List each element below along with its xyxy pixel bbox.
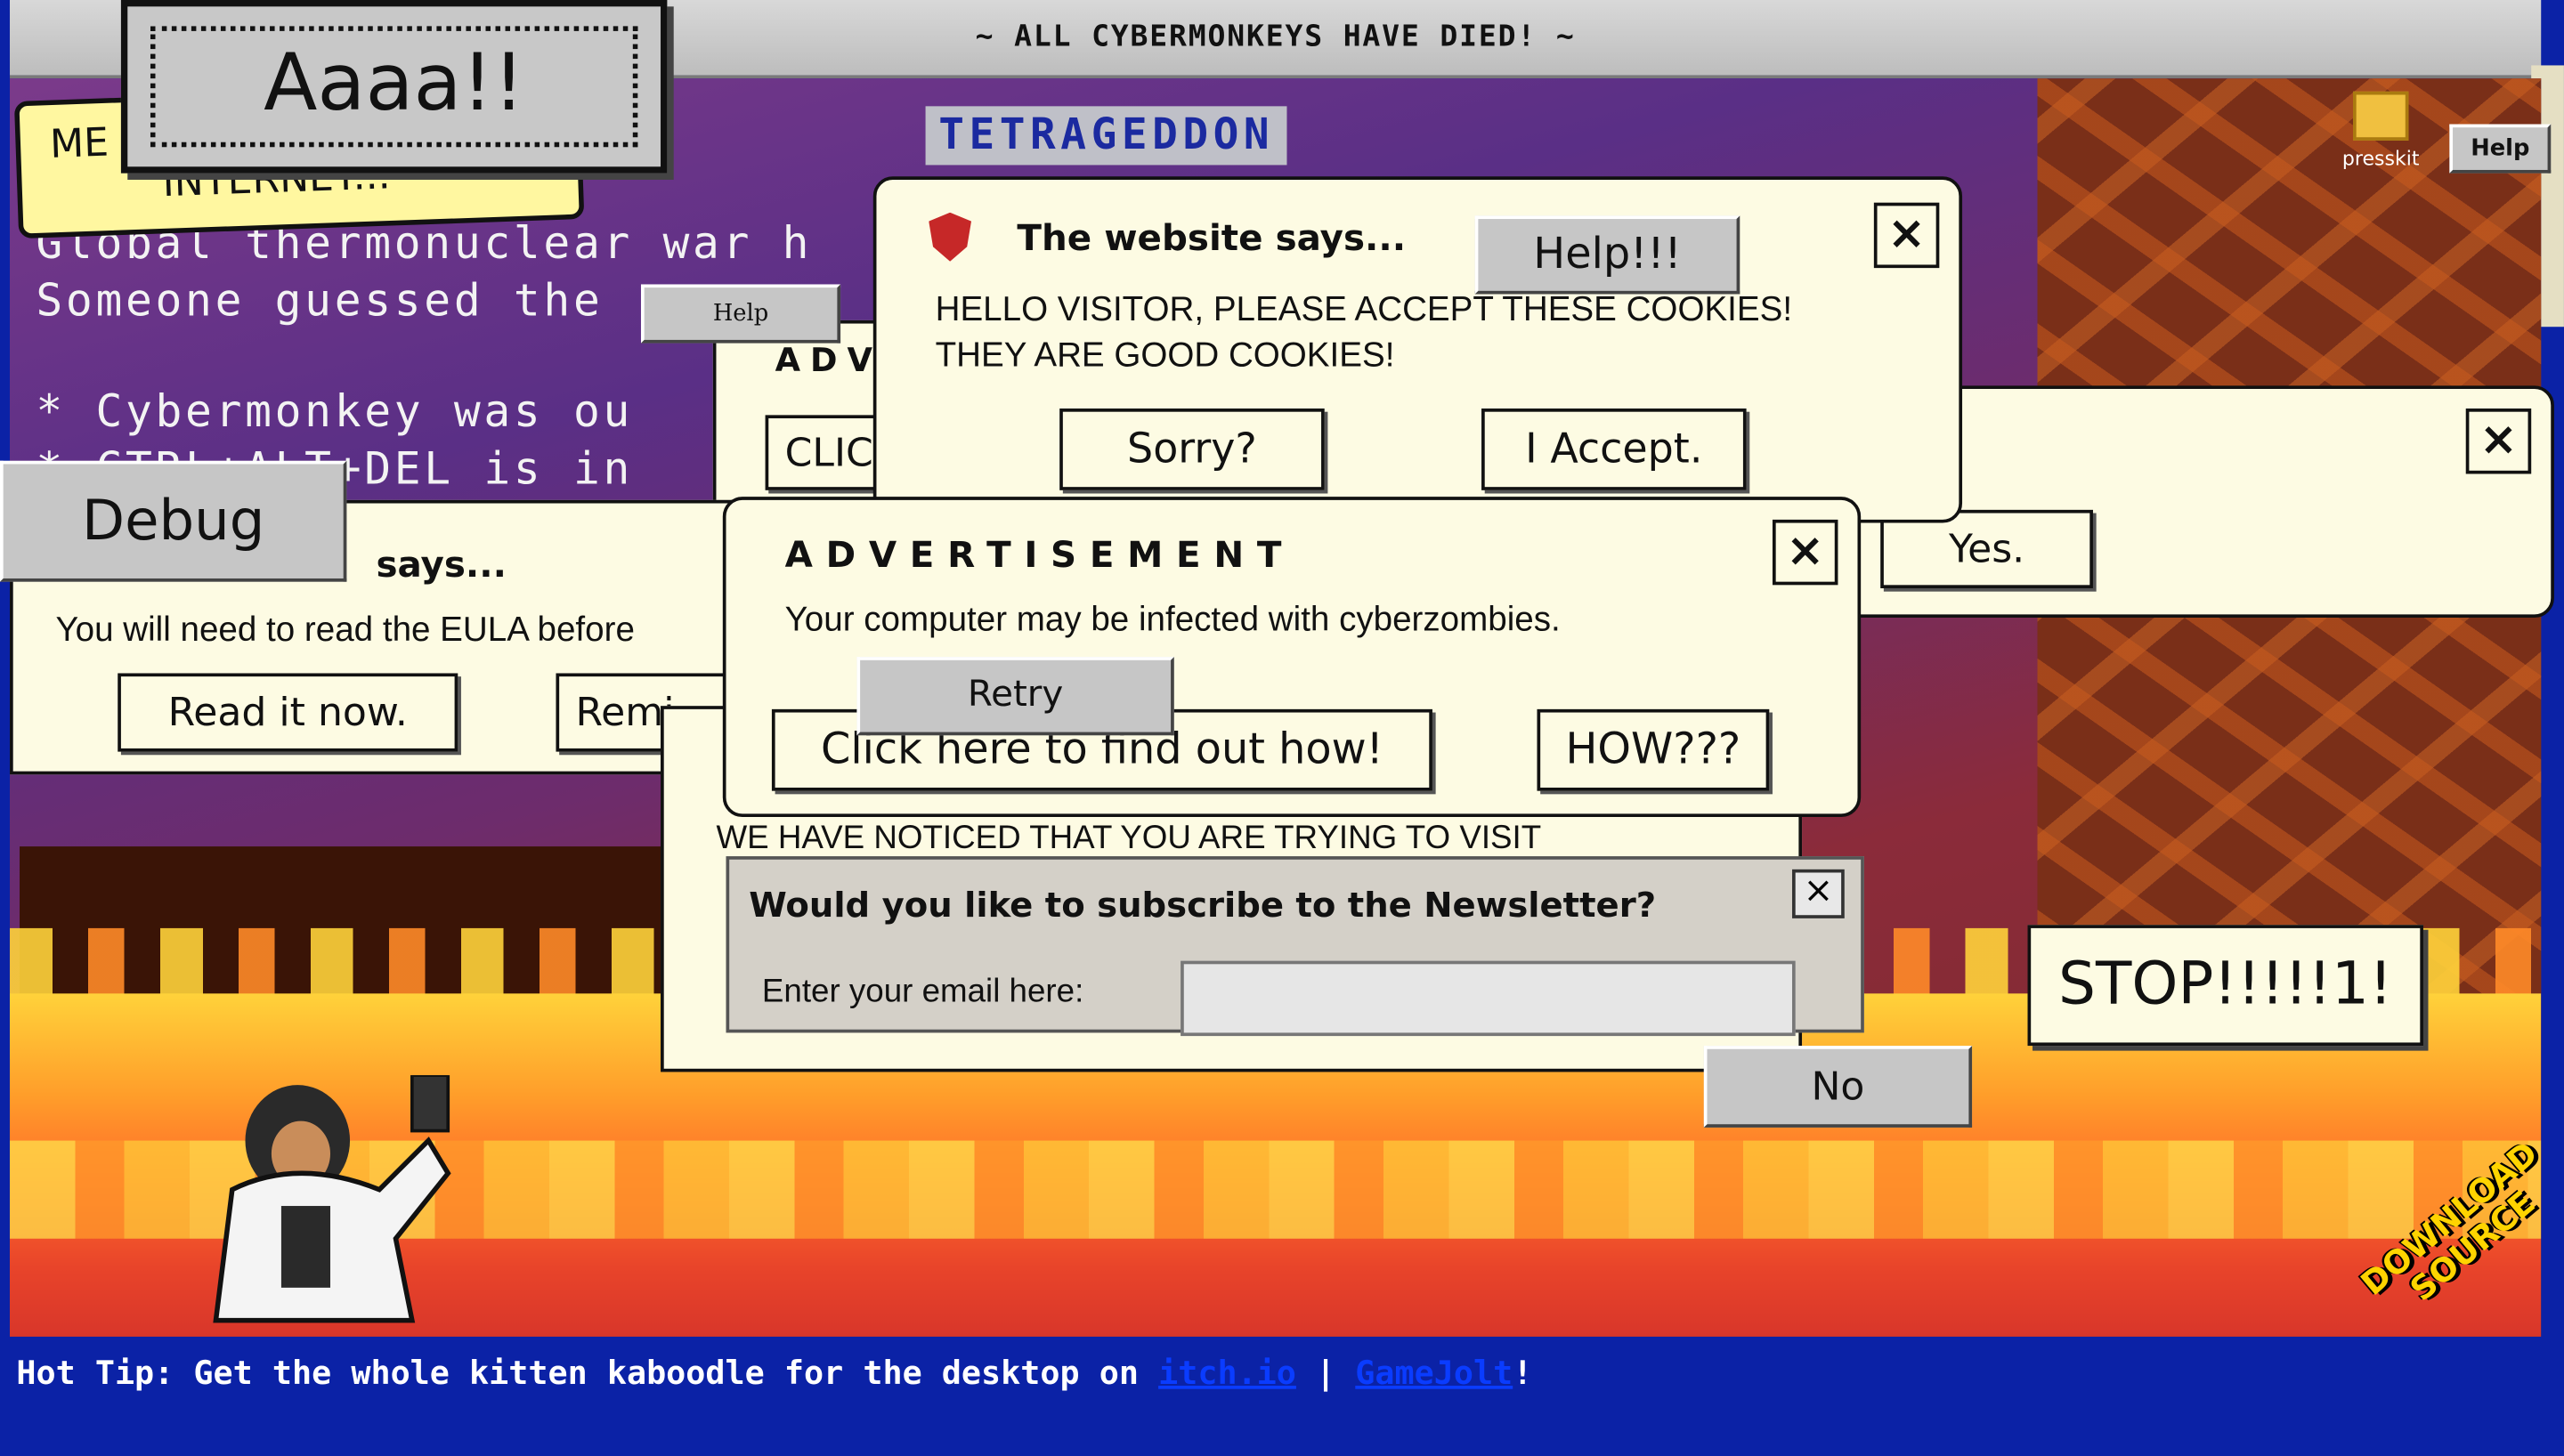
visit-message: WE HAVE NOTICED THAT YOU ARE TRYING TO V… xyxy=(716,820,1542,857)
background-text-line: * Cybermonkey was ou xyxy=(36,387,634,439)
aaaa-button[interactable]: Aaaa!! xyxy=(120,0,668,174)
close-icon[interactable]: × xyxy=(2465,408,2532,474)
cookie-message-line1: HELLO VISITOR, PLEASE ACCEPT THESE COOKI… xyxy=(935,290,1793,329)
read-now-button[interactable]: Read it now. xyxy=(118,673,458,752)
hot-tip-suffix: ! xyxy=(1513,1353,1533,1393)
close-icon[interactable]: × xyxy=(1772,519,1838,586)
email-field[interactable] xyxy=(1181,960,1796,1037)
small-help-button[interactable]: Help xyxy=(640,284,841,344)
eula-message: You will need to read the EULA before xyxy=(55,611,635,649)
cookie-title: The website says... xyxy=(1017,219,1407,260)
gamejolt-link[interactable]: GameJolt xyxy=(1355,1353,1513,1392)
partial-ad-title: ADV xyxy=(775,339,883,379)
background-text-line: Someone guessed the xyxy=(36,276,604,328)
desktop-help-button[interactable]: Help xyxy=(2449,124,2552,174)
cookie-message-line2: THEY ARE GOOD COOKIES! xyxy=(935,336,1395,375)
presskit-icon[interactable]: presskit xyxy=(2335,91,2427,170)
speech-bubble-line: ME xyxy=(49,119,110,167)
close-icon[interactable]: × xyxy=(1792,869,1845,918)
itch-link[interactable]: itch.io xyxy=(1158,1353,1296,1392)
shield-icon xyxy=(929,212,971,262)
game-stage: ~ ALL CYBERMONKEYS HAVE DIED! ~ Global t… xyxy=(0,0,2564,1456)
accept-cookies-button[interactable]: I Accept. xyxy=(1481,408,1747,490)
hot-tip-separator: | xyxy=(1295,1353,1356,1393)
newsletter-dialog: Would you like to subscribe to the Newsl… xyxy=(726,856,1864,1037)
advertisement-title: ADVERTISEMENT xyxy=(784,536,1295,578)
debug-button[interactable]: Debug xyxy=(0,460,347,582)
close-icon[interactable]: × xyxy=(1873,202,1940,269)
hot-tip-text: Hot Tip: Get the whole kitten kaboodle f… xyxy=(16,1353,1159,1393)
sorry-button[interactable]: Sorry? xyxy=(1059,408,1325,490)
cybermonkey-sprite xyxy=(213,1075,451,1323)
newsletter-title: Would you like to subscribe to the Newsl… xyxy=(749,886,1657,926)
eula-title: says... xyxy=(376,546,507,587)
aaaa-button-label: Aaaa!! xyxy=(150,26,638,148)
hot-tip: Hot Tip: Get the whole kitten kaboodle f… xyxy=(16,1353,1532,1392)
stop-button[interactable]: STOP!!!!!1! xyxy=(2027,925,2423,1047)
presskit-label: presskit xyxy=(2341,147,2420,170)
retry-button[interactable]: Retry xyxy=(856,657,1174,736)
folder-icon xyxy=(2353,91,2409,141)
no-button[interactable]: No xyxy=(1703,1046,1973,1128)
help-dialog-button[interactable]: Help!!! xyxy=(1474,215,1740,295)
cookie-dialog: The website says... × HELLO VISITOR, PLE… xyxy=(872,176,1963,523)
how-button[interactable]: HOW??? xyxy=(1537,708,1770,791)
game-title: TETRAGEDDON xyxy=(925,106,1287,166)
advertisement-message: Your computer may be infected with cyber… xyxy=(784,601,1561,639)
email-label: Enter your email here: xyxy=(761,974,1084,1010)
